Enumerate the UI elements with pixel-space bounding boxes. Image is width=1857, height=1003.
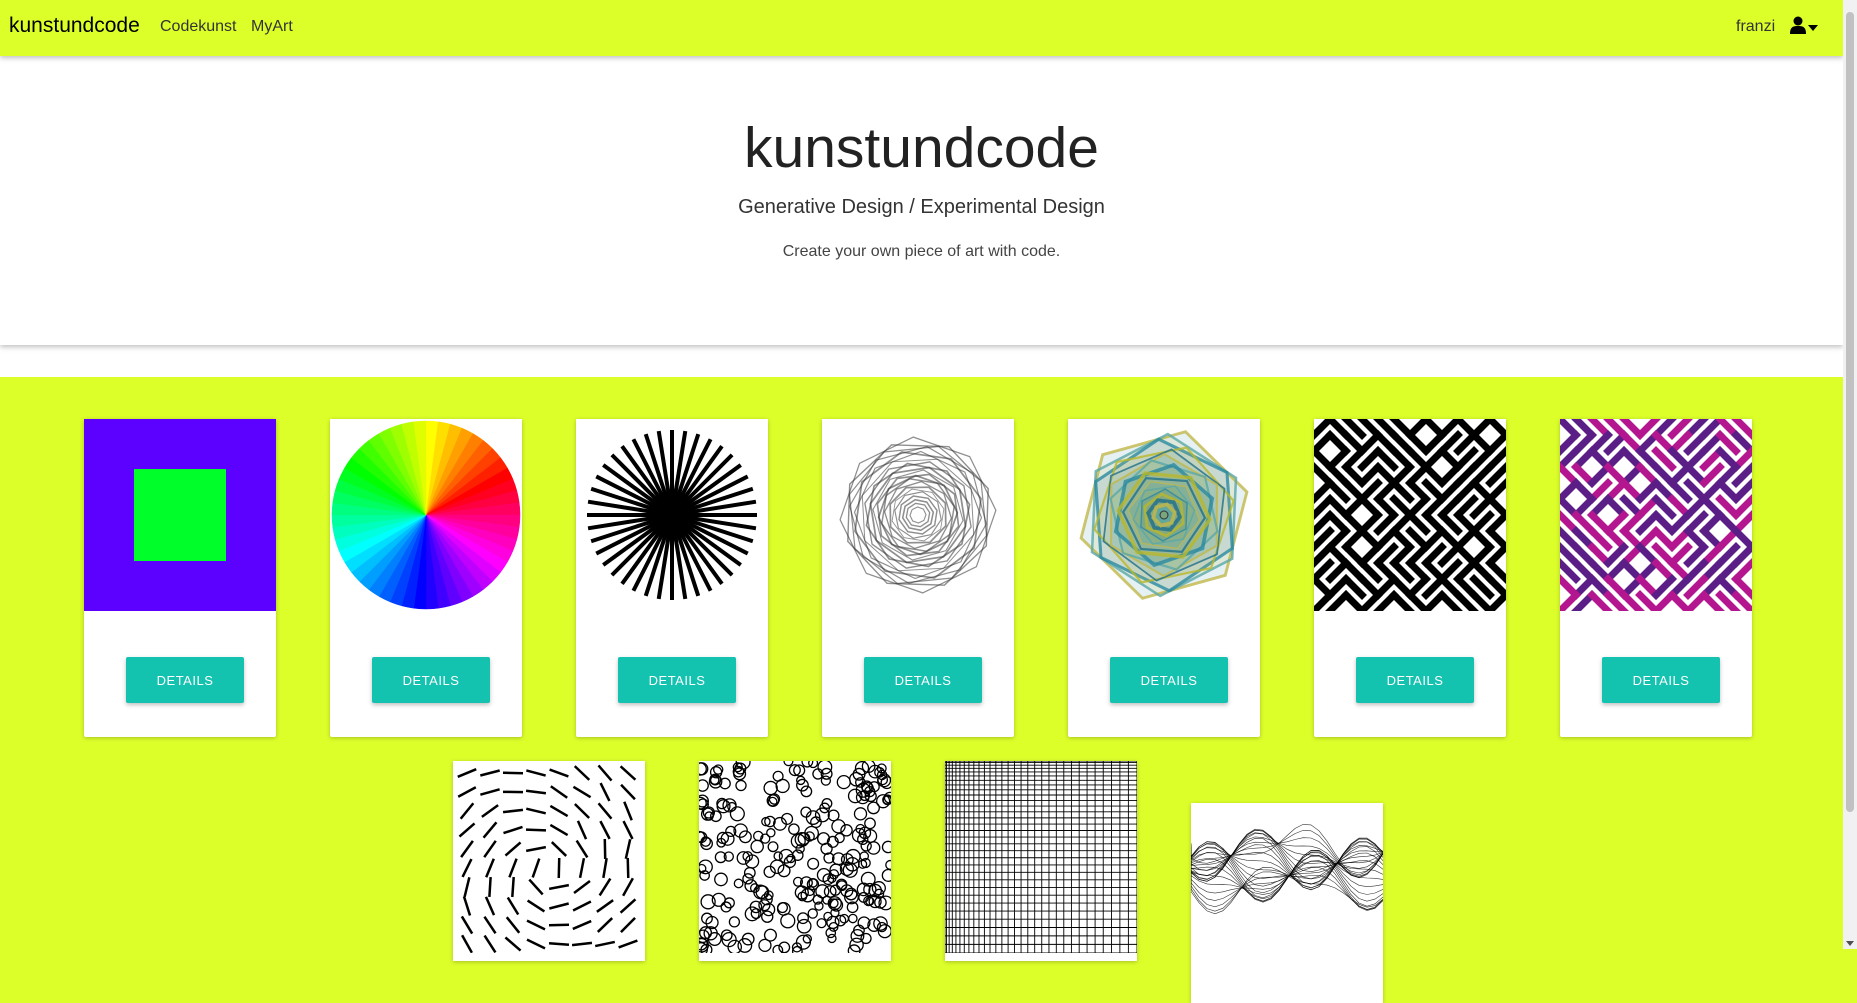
artwork-card: DETAILS: [330, 419, 522, 737]
details-button[interactable]: DETAILS: [1602, 657, 1720, 703]
hero-title: kunstundcode: [0, 117, 1843, 180]
artwork-card: [699, 761, 891, 961]
artwork-card: [453, 761, 645, 961]
details-button[interactable]: DETAILS: [126, 657, 244, 703]
page-scrollbar[interactable]: [1843, 0, 1857, 949]
artwork-colored-hexagon-rings[interactable]: [1068, 419, 1260, 611]
artwork-wave-sculpture[interactable]: [1191, 803, 1383, 995]
navbar: kunstundcode Codekunst MyArt franzi: [0, 0, 1843, 56]
hero-subtitle: Generative Design / Experimental Design: [0, 196, 1843, 219]
user-menu-toggle[interactable]: [1788, 14, 1822, 40]
section-divider: [0, 345, 1843, 377]
details-button[interactable]: DETAILS: [618, 657, 736, 703]
artwork-black-maze-pattern[interactable]: [1314, 419, 1506, 611]
scrollbar-thumb[interactable]: [1846, 12, 1854, 812]
artwork-square-on-purple[interactable]: [84, 419, 276, 611]
artwork-card: [1191, 803, 1383, 1003]
chevron-down-icon: [1808, 25, 1818, 31]
nav-link-codekunst[interactable]: Codekunst: [160, 18, 237, 36]
artwork-line-flow-field[interactable]: [453, 761, 645, 953]
brand-link[interactable]: kunstundcode: [9, 14, 140, 38]
details-button[interactable]: DETAILS: [1110, 657, 1228, 703]
user-icon: [1790, 16, 1806, 34]
artwork-card: DETAILS: [1068, 419, 1260, 737]
artwork-card: [945, 761, 1137, 961]
artwork-magenta-maze-pattern[interactable]: [1560, 419, 1752, 611]
artwork-grey-octagon-rings[interactable]: [822, 419, 1014, 611]
artwork-card: DETAILS: [1314, 419, 1506, 737]
artwork-grid-mesh[interactable]: [945, 761, 1137, 953]
artwork-color-wheel[interactable]: [330, 419, 522, 611]
details-button[interactable]: DETAILS: [372, 657, 490, 703]
nav-link-myart[interactable]: MyArt: [251, 18, 293, 36]
user-name: franzi: [1736, 18, 1775, 36]
hero-lead: Create your own piece of art with code.: [0, 243, 1843, 261]
artwork-card: DETAILS: [84, 419, 276, 737]
details-button[interactable]: DETAILS: [1356, 657, 1474, 703]
artwork-card: DETAILS: [1560, 419, 1752, 737]
scroll-down-arrow-icon[interactable]: [1846, 941, 1854, 946]
details-button[interactable]: DETAILS: [864, 657, 982, 703]
hero-section: kunstundcode Generative Design / Experim…: [0, 56, 1843, 345]
artwork-card: DETAILS: [576, 419, 768, 737]
artwork-circle-scatter[interactable]: [699, 761, 891, 953]
artwork-card: DETAILS: [822, 419, 1014, 737]
artwork-black-starburst[interactable]: [576, 419, 768, 611]
